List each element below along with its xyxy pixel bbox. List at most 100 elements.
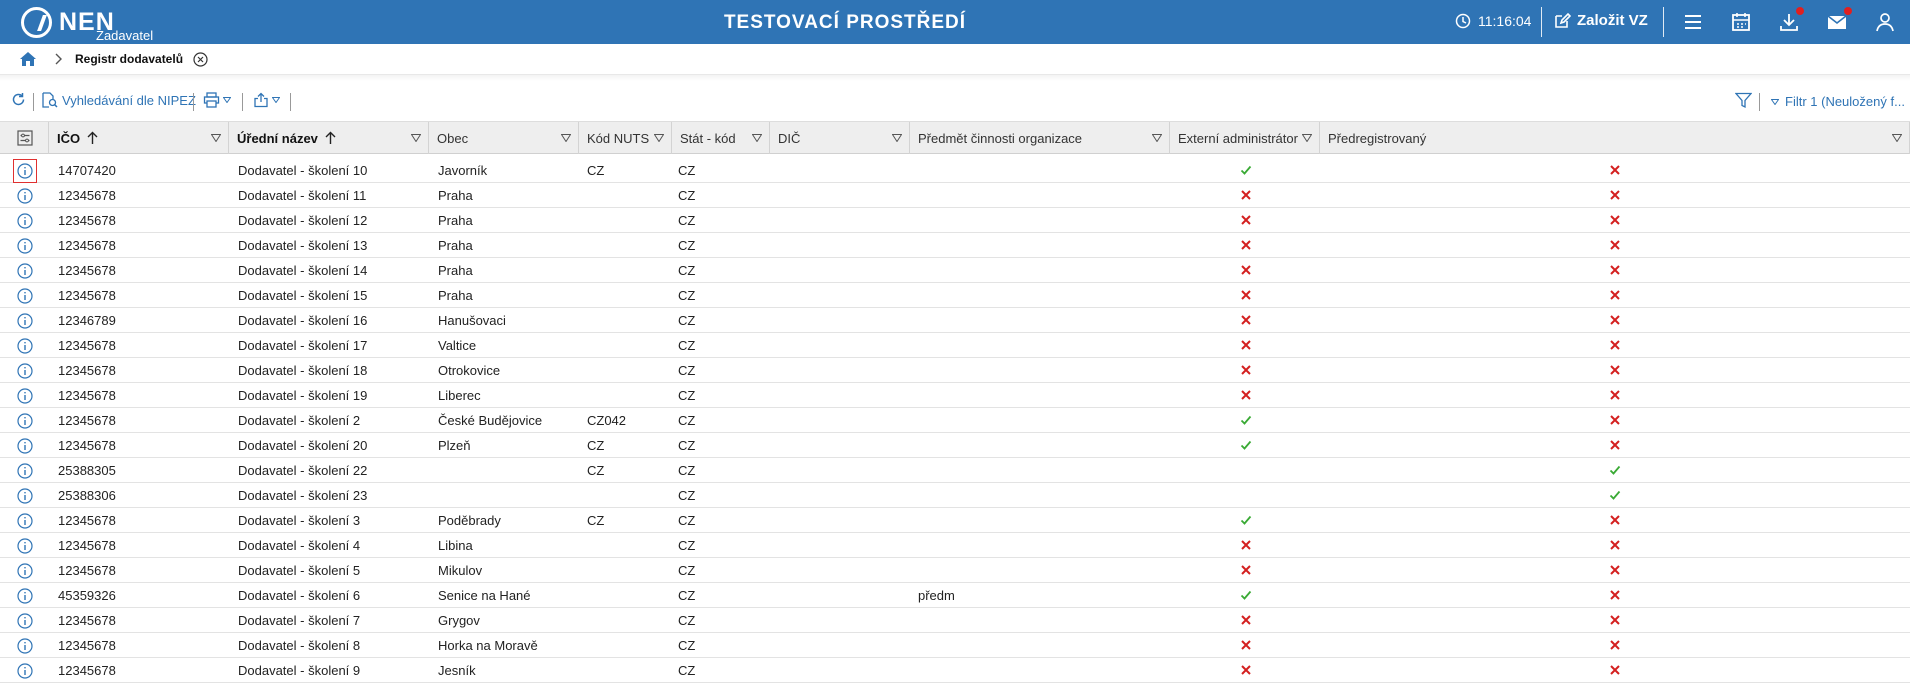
info-icon[interactable] bbox=[17, 338, 33, 354]
calendar-button[interactable] bbox=[1730, 11, 1752, 33]
info-icon[interactable] bbox=[17, 613, 33, 629]
table-row[interactable]: 12345678 Dodavatel - školení 2 České Buděj… bbox=[0, 408, 1910, 433]
table-row[interactable]: 25388305 Dodavatel - školení 22 CZ CZ bbox=[0, 458, 1910, 483]
cross-icon bbox=[1241, 240, 1251, 250]
column-filter-icon[interactable] bbox=[1152, 134, 1162, 142]
info-icon[interactable] bbox=[17, 563, 33, 579]
cell-ico: 12345678 bbox=[58, 638, 116, 653]
column-header-nuts[interactable]: Kód NUTS bbox=[579, 122, 672, 154]
info-icon[interactable] bbox=[17, 313, 33, 329]
table-row[interactable]: 12345678 Dodavatel - školení 9 Jesník CZ bbox=[0, 658, 1910, 683]
cell-ico: 25388306 bbox=[58, 488, 116, 503]
main-menu-button[interactable] bbox=[1682, 11, 1704, 33]
info-icon[interactable] bbox=[17, 188, 33, 204]
table-row[interactable]: 12345678 Dodavatel - školení 3 Poděbrady CZ… bbox=[0, 508, 1910, 533]
toolbar-divider bbox=[290, 93, 291, 111]
column-filter-icon[interactable] bbox=[1892, 134, 1902, 142]
column-header-ico[interactable]: IČO bbox=[49, 122, 229, 154]
nipez-search-button[interactable]: Vyhledávání dle NIPEZ bbox=[41, 92, 196, 108]
column-filter-icon[interactable] bbox=[1302, 134, 1312, 142]
header-divider bbox=[1541, 7, 1542, 37]
column-header-obec[interactable]: Obec bbox=[429, 122, 579, 154]
info-icon[interactable] bbox=[17, 388, 33, 404]
info-icon[interactable] bbox=[17, 213, 33, 229]
column-header-label: Kód NUTS bbox=[587, 130, 650, 146]
table-row[interactable]: 12346789 Dodavatel - školení 16 Hanušovaci… bbox=[0, 308, 1910, 333]
table-row[interactable]: 45359326 Dodavatel - školení 6 Senice na H… bbox=[0, 583, 1910, 608]
table-row[interactable]: 12345678 Dodavatel - školení 20 Plzeň CZ CZ bbox=[0, 433, 1910, 458]
cell-name: Dodavatel - školení 8 bbox=[238, 638, 361, 653]
close-tab-icon[interactable] bbox=[193, 51, 208, 67]
header-shadow bbox=[0, 75, 1910, 81]
column-header-prereg[interactable]: Předregistrovaný bbox=[1320, 122, 1910, 154]
info-icon[interactable] bbox=[17, 538, 33, 554]
info-icon[interactable] bbox=[17, 463, 33, 479]
table-row[interactable]: 14707420 Dodavatel - školení 10 Javorník CZ… bbox=[0, 158, 1910, 183]
info-icon[interactable] bbox=[13, 159, 37, 183]
table-row[interactable]: 12345678 Dodavatel - školení 14 Praha CZ bbox=[0, 258, 1910, 283]
cross-icon bbox=[1610, 665, 1620, 675]
notification-dot bbox=[1796, 7, 1804, 15]
create-tender-button[interactable]: Založit VZ bbox=[1554, 12, 1648, 29]
cell-name: Dodavatel - školení 7 bbox=[238, 613, 361, 628]
info-icon[interactable] bbox=[17, 513, 33, 529]
column-header-stat[interactable]: Stát - kód bbox=[672, 122, 770, 154]
table-row[interactable]: 12345678 Dodavatel - školení 12 Praha CZ bbox=[0, 208, 1910, 233]
info-icon[interactable] bbox=[17, 488, 33, 504]
filter-toggle-button[interactable] bbox=[1735, 92, 1752, 109]
column-filter-icon[interactable] bbox=[752, 134, 762, 142]
column-header-ext_admin[interactable]: Externí administrátor bbox=[1170, 122, 1320, 154]
cell-ico: 25388305 bbox=[58, 463, 116, 478]
cell-obec: Poděbrady bbox=[438, 513, 501, 528]
cell-stat: CZ bbox=[678, 638, 696, 653]
export-menu-button[interactable] bbox=[253, 92, 280, 108]
column-filter-icon[interactable] bbox=[411, 134, 421, 142]
column-header-predmet[interactable]: Předmět činnosti organizace bbox=[910, 122, 1170, 154]
table-row[interactable]: 12345678 Dodavatel - školení 19 Liberec CZ bbox=[0, 383, 1910, 408]
info-icon[interactable] bbox=[17, 663, 33, 679]
cell-stat: CZ bbox=[678, 363, 696, 378]
cell-stat: CZ bbox=[678, 238, 696, 253]
column-settings-button[interactable] bbox=[0, 122, 49, 154]
hamburger-icon bbox=[1685, 15, 1701, 29]
cell-ico: 12345678 bbox=[58, 288, 116, 303]
table-row[interactable]: 12345678 Dodavatel - školení 18 Otrokovice… bbox=[0, 358, 1910, 383]
info-icon[interactable] bbox=[17, 263, 33, 279]
column-filter-icon[interactable] bbox=[211, 134, 221, 142]
saved-filter-selector[interactable]: Filtr 1 (Neuložený f... bbox=[1771, 94, 1905, 109]
info-icon[interactable] bbox=[17, 413, 33, 429]
table-row[interactable]: 12345678 Dodavatel - školení 15 Praha CZ bbox=[0, 283, 1910, 308]
info-icon[interactable] bbox=[17, 288, 33, 304]
info-icon[interactable] bbox=[17, 638, 33, 654]
column-filter-icon[interactable] bbox=[654, 134, 664, 142]
column-header-dic[interactable]: DIČ bbox=[770, 122, 910, 154]
home-icon[interactable] bbox=[19, 50, 37, 68]
column-filter-icon[interactable] bbox=[892, 134, 902, 142]
cell-ico: 12345678 bbox=[58, 188, 116, 203]
info-icon[interactable] bbox=[17, 438, 33, 454]
info-icon[interactable] bbox=[17, 588, 33, 604]
cell-ico: 45359326 bbox=[58, 588, 116, 603]
table-row[interactable]: 12345678 Dodavatel - školení 11 Praha CZ bbox=[0, 183, 1910, 208]
table-row[interactable]: 12345678 Dodavatel - školení 4 Libina CZ bbox=[0, 533, 1910, 558]
column-header-label: Předmět činnosti organizace bbox=[918, 130, 1083, 146]
downloads-button[interactable] bbox=[1778, 7, 1804, 33]
column-filter-icon[interactable] bbox=[561, 134, 571, 142]
user-profile-button[interactable] bbox=[1874, 11, 1896, 33]
messages-button[interactable] bbox=[1826, 7, 1852, 33]
cell-ico: 12345678 bbox=[58, 263, 116, 278]
funnel-icon bbox=[1735, 92, 1752, 109]
print-menu-button[interactable] bbox=[203, 92, 231, 108]
refresh-button[interactable] bbox=[11, 92, 26, 107]
table-row[interactable]: 12345678 Dodavatel - školení 5 Mikulov CZ bbox=[0, 558, 1910, 583]
table-row[interactable]: 12345678 Dodavatel - školení 13 Praha CZ bbox=[0, 233, 1910, 258]
info-icon[interactable] bbox=[17, 363, 33, 379]
table-row[interactable]: 12345678 Dodavatel - školení 7 Grygov CZ bbox=[0, 608, 1910, 633]
cell-ico: 14707420 bbox=[58, 163, 116, 178]
table-row[interactable]: 12345678 Dodavatel - školení 8 Horka na Mo… bbox=[0, 633, 1910, 658]
column-header-name[interactable]: Úřední název bbox=[229, 122, 429, 154]
info-icon[interactable] bbox=[17, 238, 33, 254]
table-row[interactable]: 12345678 Dodavatel - školení 17 Valtice CZ bbox=[0, 333, 1910, 358]
table-row[interactable]: 25388306 Dodavatel - školení 23 CZ bbox=[0, 483, 1910, 508]
cell-stat: CZ bbox=[678, 438, 696, 453]
